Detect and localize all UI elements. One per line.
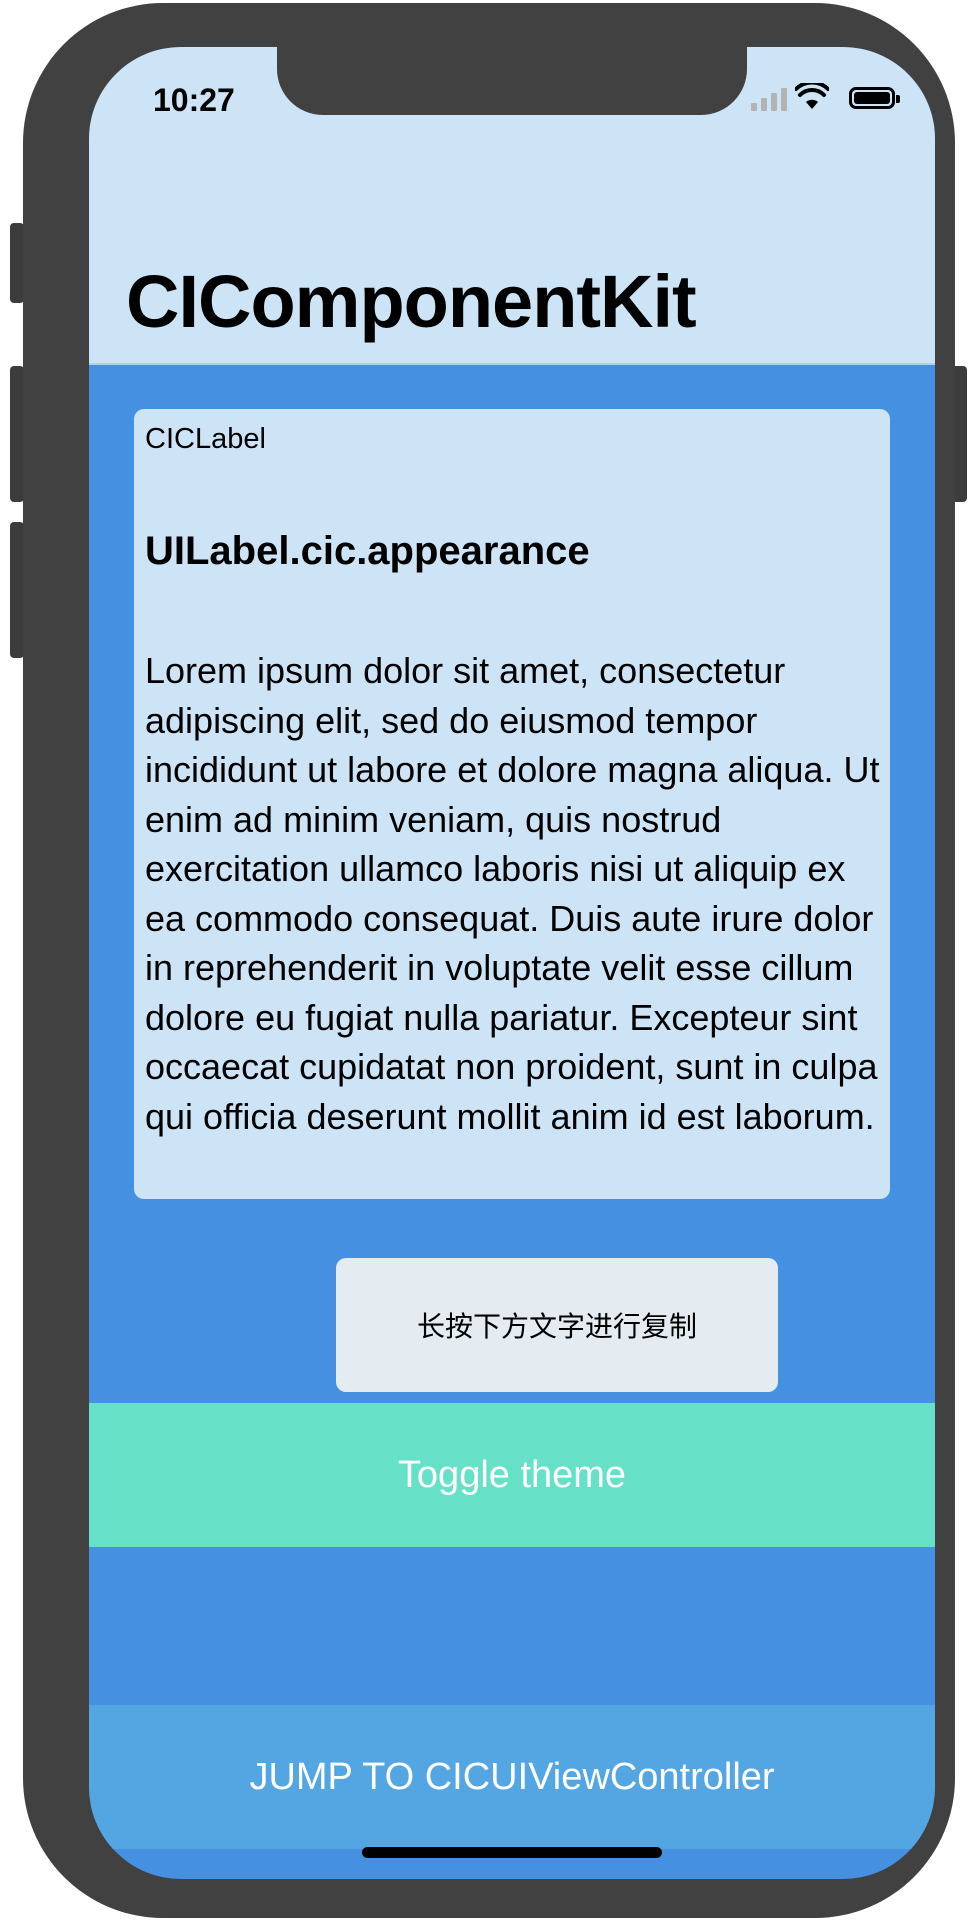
mute-switch [10,223,24,303]
nav-divider [89,363,935,365]
label-card: CICLabel UILabel.cic.appearance Lorem ip… [134,409,890,1392]
notch [277,47,747,115]
toast-message: 长按下方文字进行复制 [336,1258,778,1392]
navigation-bar: 10:27 CIComponentKit [89,47,935,365]
phone-frame: 10:27 CIComponentKit CICLabel UILabel.ci… [23,3,955,1918]
card-body-text[interactable]: Lorem ipsum dolor sit amet, consectetur … [145,646,887,1141]
volume-down-button [10,522,24,658]
home-indicator[interactable] [362,1847,662,1858]
jump-button[interactable]: JUMP TO CICUIViewController [89,1705,935,1849]
toggle-theme-button[interactable]: Toggle theme [89,1403,935,1547]
card-heading: UILabel.cic.appearance [145,529,590,573]
page-title: CIComponentKit [126,260,697,343]
screen: 10:27 CIComponentKit CICLabel UILabel.ci… [89,47,935,1879]
wifi-icon [795,83,829,109]
card-caption: CICLabel [145,423,266,455]
battery-icon [849,87,900,109]
status-time: 10:27 [153,82,235,118]
cellular-signal-icon [751,87,787,111]
volume-up-button [10,366,24,502]
